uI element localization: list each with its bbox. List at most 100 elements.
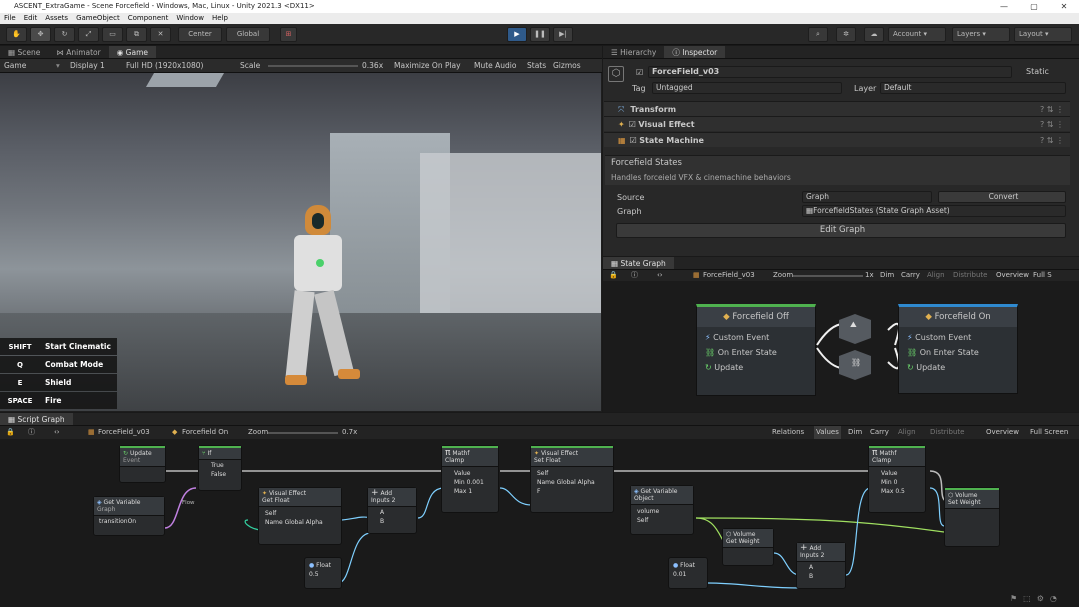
component-menu-icon[interactable]: ? ⇅ ⋮ [1040, 133, 1064, 148]
breadcrumb-root[interactable]: ForceField_v03 [98, 426, 150, 439]
tab-hierarchy[interactable]: ☰ Hierarchy [603, 46, 664, 58]
fullscreen-button[interactable]: Full S [1033, 270, 1052, 281]
custom-tool-icon[interactable]: ✕ [150, 27, 171, 42]
node-update[interactable]: ↻ Update Event [119, 445, 166, 483]
component-transform[interactable]: ⤧ Transform? ⇅ ⋮ [604, 101, 1070, 116]
layer-dropdown[interactable]: Default [880, 82, 1066, 94]
account-dropdown[interactable]: Account ▾ [888, 27, 946, 42]
edit-graph-button[interactable]: Edit Graph [616, 223, 1066, 238]
menu-file[interactable]: File [4, 13, 16, 24]
overview-button[interactable]: Overview [996, 270, 1029, 281]
hand-tool-icon[interactable]: ✋ [6, 27, 27, 42]
component-state-machine[interactable]: ▦ ☑ State Machine? ⇅ ⋮ [604, 132, 1070, 147]
component-visual-effect[interactable]: ✦ ☑ Visual Effect? ⇅ ⋮ [604, 116, 1070, 131]
dim-toggle[interactable]: Dim [880, 270, 894, 281]
state-node-on[interactable]: ◆ Forcefield On ⚡ Custom Event ⛓ On Ente… [898, 304, 1018, 394]
active-checkbox[interactable]: ☑ [636, 68, 643, 77]
inspector-icon[interactable]: ⓘ [631, 270, 638, 281]
carry-toggle[interactable]: Carry [870, 426, 889, 439]
carry-toggle[interactable]: Carry [901, 270, 920, 281]
node-get-variable[interactable]: ◈ Get Variable Graph transitionOn [93, 496, 165, 536]
node-mathf-clamp-2[interactable]: π Mathf Clamp Value Min 0 Max 0.5 [868, 445, 926, 513]
align-dropdown[interactable]: Align [898, 426, 916, 439]
node-get-variable-object[interactable]: ◈ Get Variable Object volume Self [630, 485, 694, 535]
component-checkbox[interactable]: ☑ [629, 120, 636, 129]
scale-tool-icon[interactable]: ⤢ [78, 27, 99, 42]
tab-inspector[interactable]: ⓘ Inspector [664, 46, 726, 58]
rotate-tool-icon[interactable]: ↻ [54, 27, 75, 42]
tag-dropdown[interactable]: Untagged [652, 82, 842, 94]
stats-toggle[interactable]: Stats [527, 59, 546, 73]
tab-script-graph[interactable]: ▦ Script Graph [0, 413, 73, 425]
menu-component[interactable]: Component [128, 13, 169, 24]
node-add[interactable]: + Add Inputs 2AB [367, 487, 417, 534]
dim-toggle[interactable]: Dim [848, 426, 862, 439]
maximize-icon[interactable]: ▢ [1019, 0, 1049, 13]
zoom-slider[interactable] [268, 432, 338, 434]
values-toggle[interactable]: Values [814, 426, 841, 439]
display-mode-dropdown[interactable]: Game [4, 59, 26, 73]
distribute-dropdown[interactable]: Distribute [953, 270, 987, 281]
game-viewport[interactable]: SHIFT Start Cinematic Q Combat Mode E Shiel… [0, 73, 601, 411]
play-button[interactable]: ▶ [507, 27, 527, 42]
cloud-icon[interactable]: ☁ [864, 27, 884, 42]
distribute-dropdown[interactable]: Distribute [930, 426, 964, 439]
close-icon[interactable]: ✕ [1049, 0, 1079, 13]
node-add-2[interactable]: + Add Inputs 2AB [796, 542, 846, 589]
mute-toggle[interactable]: Mute Audio [474, 59, 516, 73]
static-toggle[interactable]: Static [1026, 67, 1049, 76]
menu-window[interactable]: Window [176, 13, 204, 24]
tab-animator[interactable]: ⋈ Animator [48, 46, 108, 58]
node-volume-set-weight[interactable]: ⬡ Volume Set Weight [944, 487, 1000, 547]
pause-button[interactable]: ❚❚ [530, 27, 550, 42]
tab-state-graph[interactable]: ▦ State Graph [603, 257, 674, 269]
move-tool-icon[interactable]: ✥ [30, 27, 51, 42]
node-vfx-set-float[interactable]: ✦ Visual Effect Set Float Self Name Global … [530, 445, 614, 513]
tab-scene[interactable]: ▦ Scene [0, 46, 48, 58]
layout-dropdown[interactable]: Layout ▾ [1014, 27, 1072, 42]
node-volume-get-weight[interactable]: ⬡ Volume Get Weight [722, 528, 774, 566]
node-if[interactable]: ⑂ If True False [198, 445, 242, 491]
fullscreen-button[interactable]: Full Screen [1030, 426, 1068, 439]
minimize-icon[interactable]: — [989, 0, 1019, 13]
zoom-slider[interactable] [793, 275, 863, 277]
code-icon[interactable]: ‹› [54, 426, 60, 439]
menu-edit[interactable]: Edit [24, 13, 38, 24]
menu-assets[interactable]: Assets [45, 13, 68, 24]
transform-tool-icon[interactable]: ⧉ [126, 27, 147, 42]
node-float-2[interactable]: ● Float 0.01 [668, 557, 708, 589]
lock-icon[interactable]: 🔒 [6, 426, 15, 439]
snap-icon[interactable]: ⊞ [280, 27, 297, 42]
collab-icon[interactable]: ✲ [836, 27, 856, 42]
resolution-dropdown[interactable]: Full HD (1920x1080) [126, 59, 203, 73]
convert-button[interactable]: Convert [938, 191, 1066, 203]
tab-game[interactable]: ◉ Game [108, 46, 156, 58]
node-mathf-clamp[interactable]: π Mathf Clamp Value Min 0.001 Max 1 [441, 445, 499, 513]
state-node-off[interactable]: ◆ Forcefield Off ⚡ Custom Event ⛓ On Ent… [696, 304, 816, 396]
breadcrumb[interactable]: ForceField_v03 [703, 270, 755, 281]
gizmos-toggle[interactable]: Gizmos [553, 59, 581, 73]
lock-icon[interactable]: 🔒 [609, 270, 618, 281]
pivot-center-button[interactable]: Center [178, 27, 222, 42]
scale-slider[interactable] [268, 65, 358, 67]
rect-tool-icon[interactable]: ▭ [102, 27, 123, 42]
maximize-toggle[interactable]: Maximize On Play [394, 59, 461, 73]
pivot-global-button[interactable]: Global [226, 27, 270, 42]
source-dropdown[interactable]: Graph [802, 191, 932, 203]
object-name-field[interactable]: ForceField_v03 [648, 66, 1012, 78]
component-menu-icon[interactable]: ? ⇅ ⋮ [1040, 117, 1064, 132]
component-checkbox[interactable]: ☑ [630, 136, 637, 145]
graph-asset-field[interactable]: ▦ForcefieldStates (State Graph Asset) [802, 205, 1066, 217]
inspector-icon[interactable]: ⓘ [28, 426, 35, 439]
node-vfx-get-float[interactable]: ✦ Visual Effect Get Float Self Name Global … [258, 487, 342, 545]
step-button[interactable]: ▶| [553, 27, 573, 42]
menu-gameobject[interactable]: GameObject [76, 13, 120, 24]
menu-help[interactable]: Help [212, 13, 228, 24]
relations-toggle[interactable]: Relations [772, 426, 804, 439]
search-icon[interactable]: ⌕ [808, 27, 828, 42]
layers-dropdown[interactable]: Layers ▾ [952, 27, 1010, 42]
code-icon[interactable]: ‹› [657, 270, 663, 281]
breadcrumb-state[interactable]: Forcefield On [182, 426, 228, 439]
component-menu-icon[interactable]: ? ⇅ ⋮ [1040, 102, 1064, 117]
overview-button[interactable]: Overview [986, 426, 1019, 439]
